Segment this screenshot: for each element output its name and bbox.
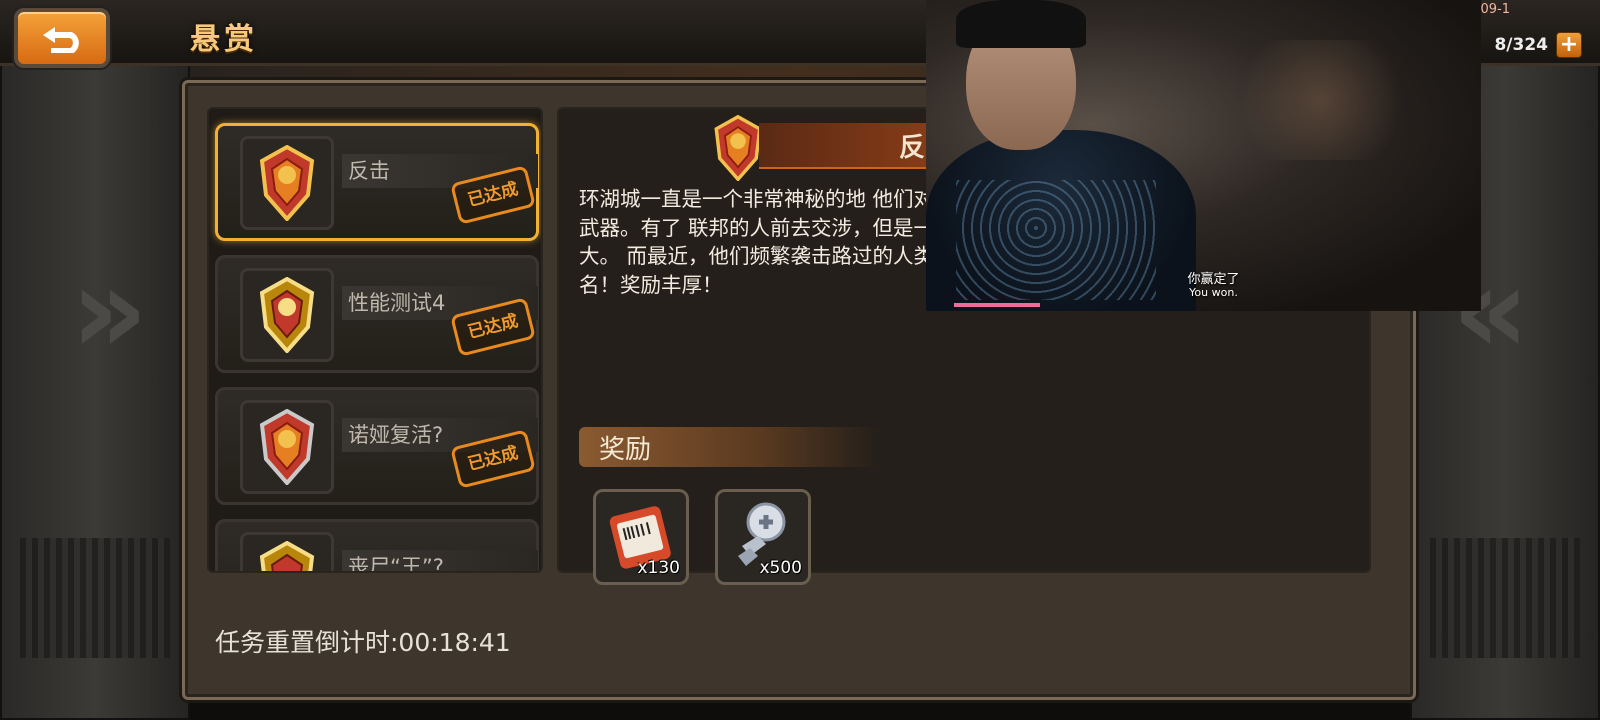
- subtitle-chinese: 你赢定了: [1187, 272, 1240, 287]
- medal-icon: [259, 277, 315, 353]
- medal-frame: [240, 400, 334, 494]
- video-progress[interactable]: [954, 303, 1040, 307]
- reward-quantity: x500: [759, 558, 802, 578]
- subtitle-english: You won.: [1189, 286, 1238, 299]
- list-item[interactable]: 性能测试4 已达成: [215, 255, 539, 373]
- reward-quantity: x130: [637, 558, 680, 578]
- reward-item[interactable]: x130: [593, 489, 689, 585]
- medal-frame: [240, 532, 334, 571]
- reward-item[interactable]: x500: [715, 489, 811, 585]
- medal-frame: [240, 136, 334, 230]
- page-title: 悬赏: [190, 22, 258, 57]
- video-overlay[interactable]: 你赢定了 You won.: [926, 0, 1481, 311]
- reset-countdown: 任务重置倒计时:00:18:41: [215, 628, 511, 657]
- add-button[interactable]: +: [1556, 32, 1582, 58]
- resource-counter: 8/324 +: [1494, 30, 1582, 60]
- list-item[interactable]: 诺娅复活? 已达成: [215, 387, 539, 505]
- bounty-name: 丧尸“王”?: [342, 550, 538, 571]
- back-button[interactable]: [14, 8, 110, 68]
- counter-value: 8/324: [1494, 35, 1548, 55]
- medal-icon: [259, 409, 315, 485]
- medal-icon: [259, 145, 315, 221]
- detail-title: 反: [899, 133, 926, 163]
- person-hat: [956, 0, 1086, 48]
- bounty-list[interactable]: 反击 已达成 性能测试4 已达成 诺娅复活? 已达成 丧尸“王”?: [207, 107, 543, 573]
- back-arrow-icon: [43, 27, 79, 53]
- reward-label: 奖励: [599, 435, 652, 465]
- list-item[interactable]: 丧尸“王”?: [215, 519, 539, 571]
- medal-icon: [259, 541, 315, 571]
- medal-frame: [240, 268, 334, 362]
- left-wall: »: [0, 60, 190, 720]
- list-item[interactable]: 反击 已达成: [215, 123, 539, 241]
- reward-header: 奖励: [579, 427, 879, 467]
